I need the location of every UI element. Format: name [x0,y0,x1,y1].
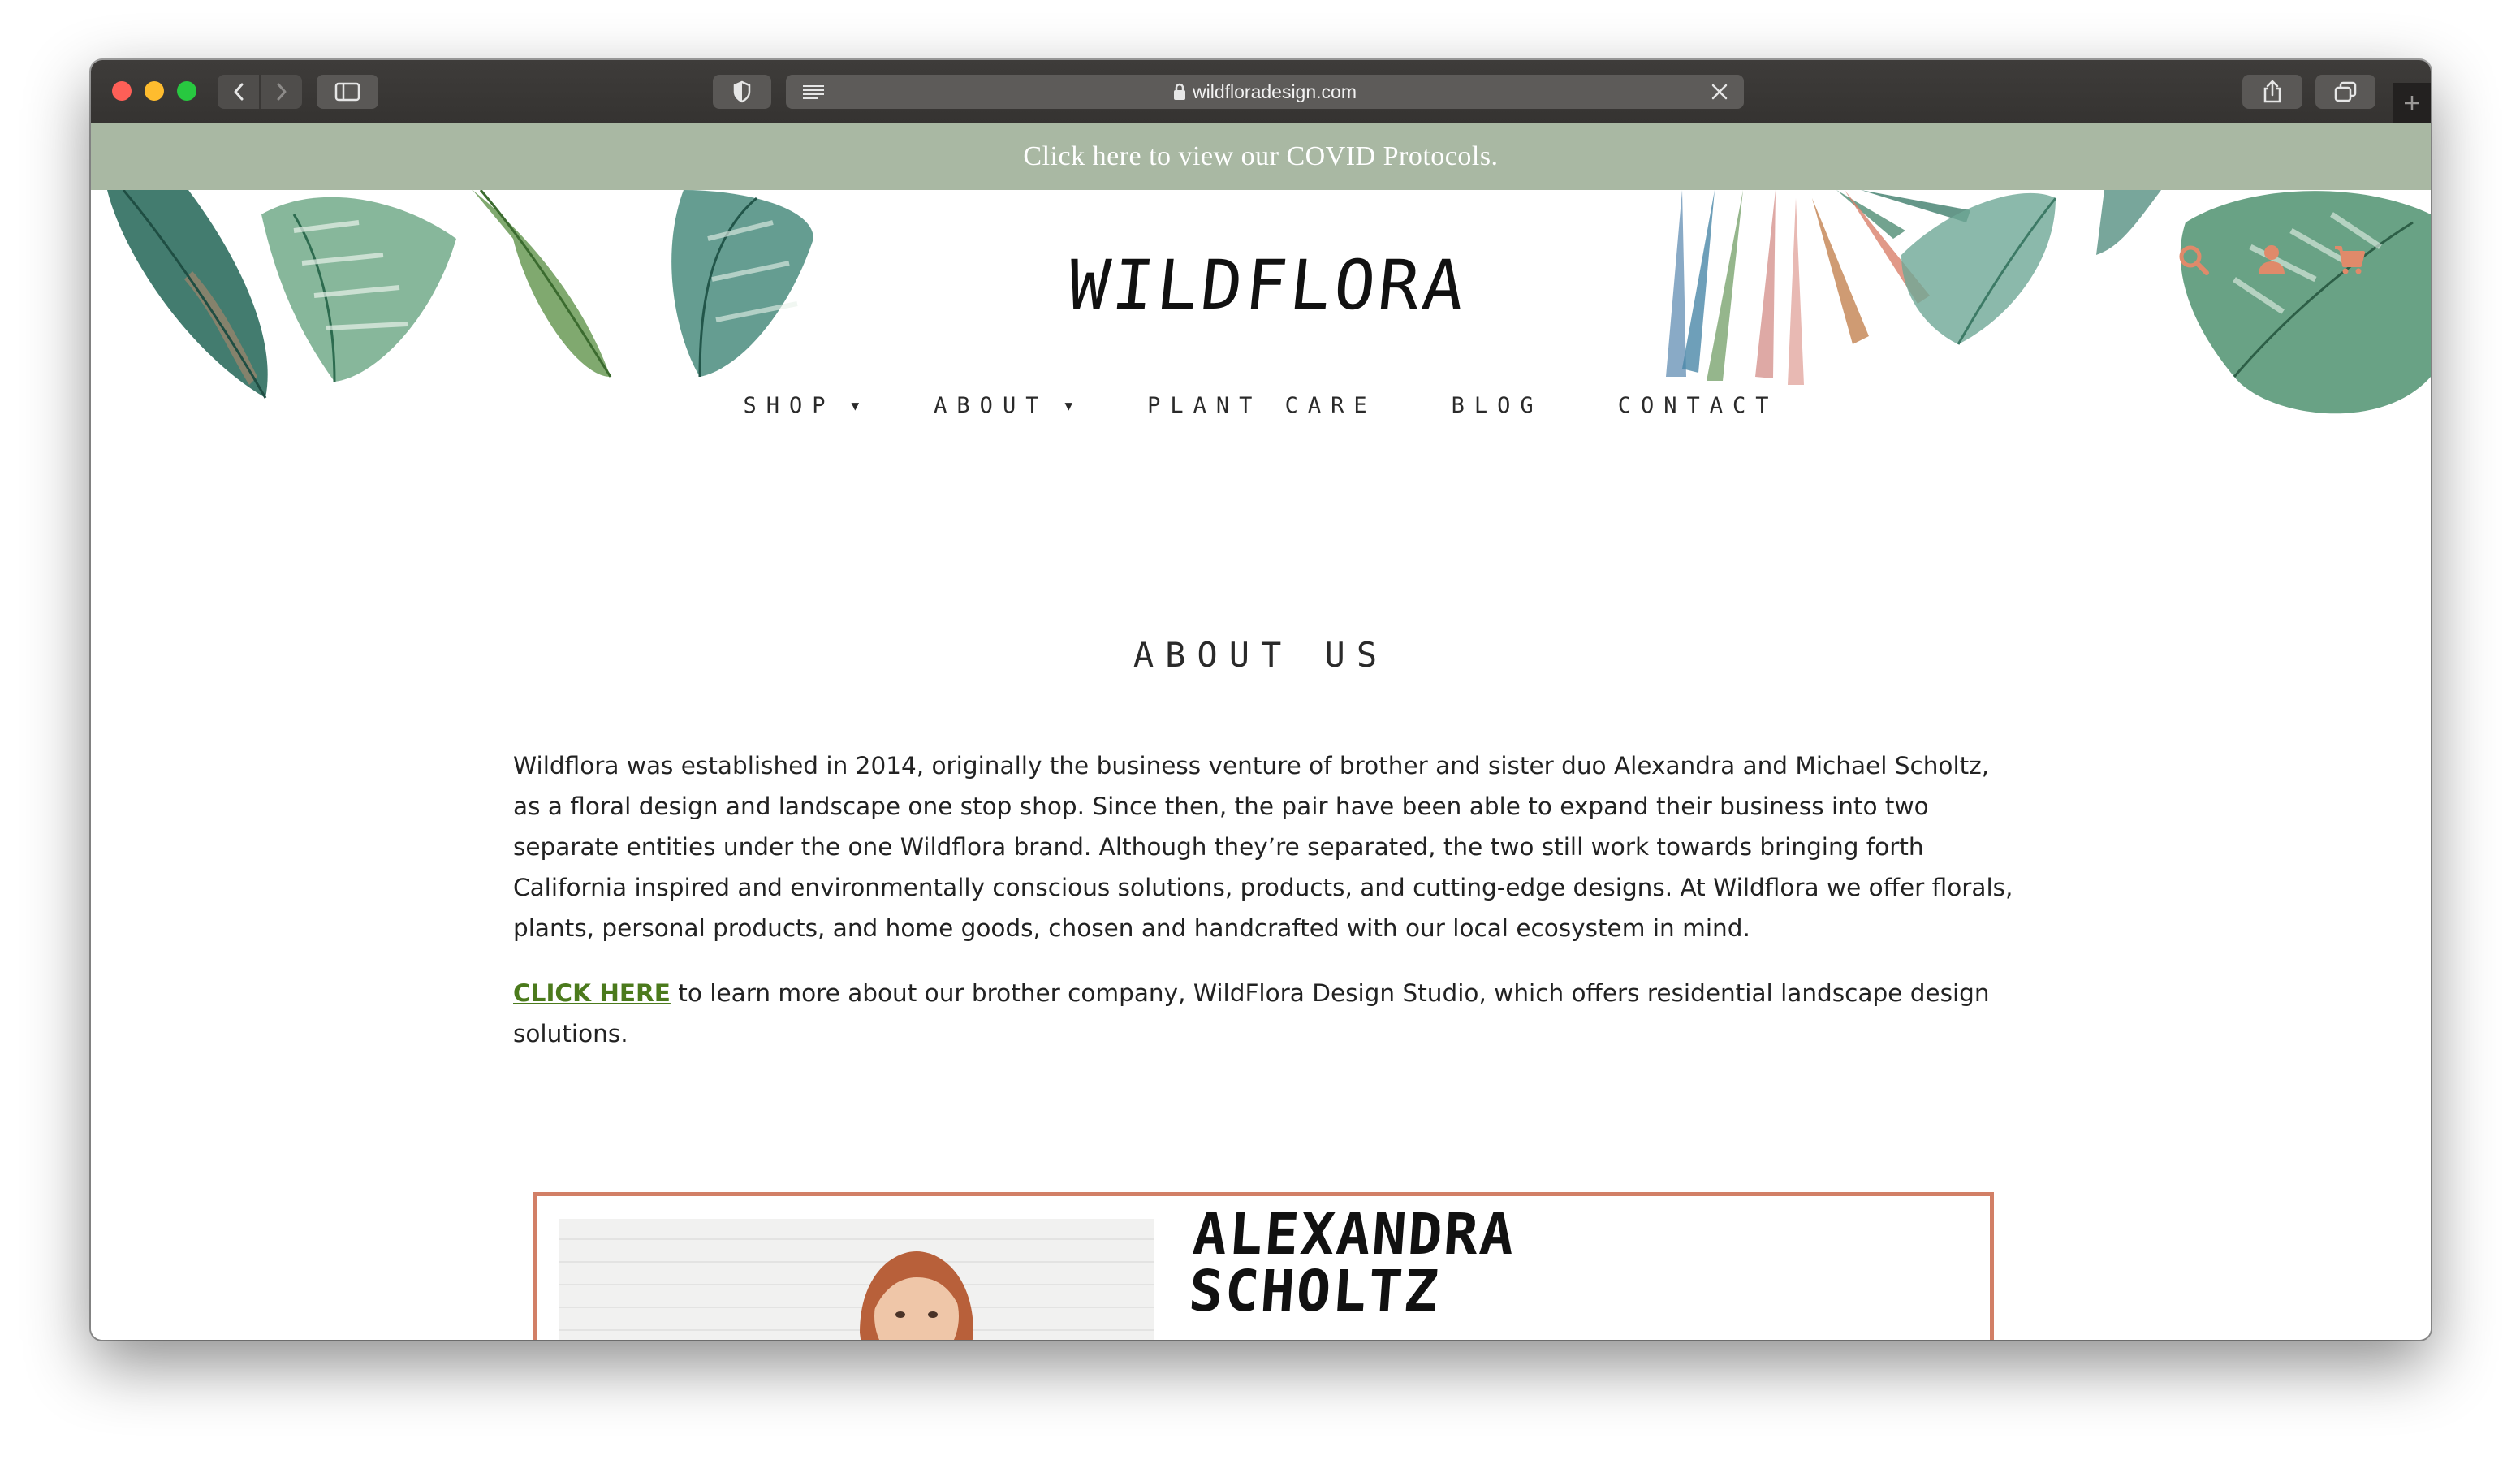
nav-contact[interactable]: CONTACT [1581,393,1816,418]
nav-about-label: ABOUT [934,392,1049,418]
close-icon [1711,84,1728,100]
forward-button[interactable] [259,75,302,109]
profile-first-name: ALEXANDRA [1190,1201,1518,1268]
tabs-icon [2334,81,2357,102]
brother-company-paragraph: CLICK HERE to learn more about our broth… [513,973,2015,1054]
cart-button[interactable] [2332,242,2367,278]
address-bar[interactable]: wildfloradesign.com [786,75,1744,109]
search-button[interactable] [2176,242,2211,278]
browser-toolbar: wildfloradesign.com [91,60,2431,123]
page-title: ABOUT US [1133,635,1389,675]
nav-about[interactable]: ABOUT ▼ [896,393,1110,418]
sidebar-icon [334,82,360,102]
caret-down-icon: ▼ [1064,397,1073,413]
account-icon [2259,245,2285,274]
sidebar-toggle-button[interactable] [317,75,378,109]
profile-name: ALEXANDRA SCHOLTZ [1186,1201,1763,1324]
profile-card: ALEXANDRA SCHOLTZ [533,1192,1994,1340]
nav-shop[interactable]: SHOP ▼ [706,393,897,418]
nav-blog[interactable]: BLOG [1414,393,1581,418]
minimize-window-button[interactable] [145,81,164,101]
about-content: Wildflora was established in 2014, origi… [513,745,2015,1078]
clear-url-button[interactable] [1703,75,1736,109]
share-button[interactable] [2242,75,2302,109]
privacy-report-button[interactable] [713,75,771,109]
browser-window: wildfloradesign.com Click here to view o… [91,60,2431,1340]
person-photo-illustration [860,1251,973,1340]
tab-overview-button[interactable] [2315,75,2375,109]
site-header: WILDFLORA SHOP ▼ ABOUT ▼ PLANT CARE BLOG… [91,190,2431,434]
caret-down-icon: ▼ [851,397,860,413]
share-icon [2263,80,2281,103]
nav-plant-care-label: PLANT CARE [1147,392,1377,418]
covid-protocols-banner[interactable]: Click here to view our COVID Protocols. [91,123,2431,190]
web-page: Click here to view our COVID Protocols. [91,123,2431,1340]
search-icon [2179,245,2209,275]
account-button[interactable] [2254,242,2289,278]
new-tab-button[interactable] [2393,83,2431,123]
chevron-right-icon [277,83,286,101]
logo-text: WILDFLORA [1064,245,1472,325]
zoom-window-button[interactable] [177,81,196,101]
main-navigation: SHOP ▼ ABOUT ▼ PLANT CARE BLOG CONTACT [91,385,2431,425]
url-text: wildfloradesign.com [1193,80,1357,102]
click-here-link[interactable]: CLICK HERE [513,979,671,1007]
close-window-button[interactable] [112,81,132,101]
history-nav [218,75,302,109]
wildflora-logo[interactable]: WILDFLORA [1008,232,1528,338]
chevron-left-icon [234,83,243,101]
cart-icon [2335,246,2365,274]
nav-plant-care[interactable]: PLANT CARE [1110,393,1414,418]
nav-shop-label: SHOP [743,392,835,418]
profile-photo [559,1219,1154,1340]
shield-icon [733,80,751,103]
nav-contact-label: CONTACT [1617,392,1779,418]
brother-company-text: to learn more about our brother company,… [513,979,1990,1047]
back-button[interactable] [218,75,259,109]
nav-blog-label: BLOG [1451,392,1543,418]
plus-icon [2405,96,2419,110]
lock-icon [1174,83,1185,100]
about-paragraph: Wildflora was established in 2014, origi… [513,752,2013,942]
profile-last-name: SCHOLTZ [1186,1258,1443,1324]
